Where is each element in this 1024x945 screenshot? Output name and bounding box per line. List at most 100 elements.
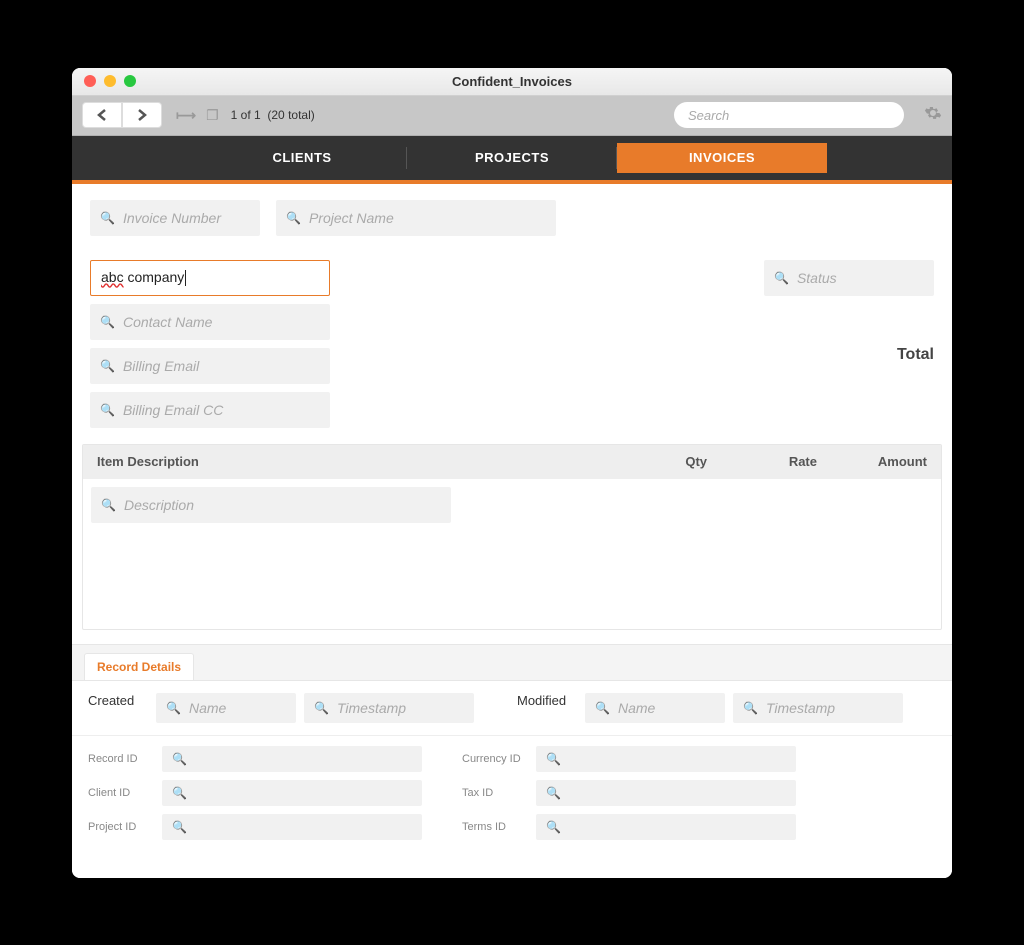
next-record-button[interactable]: [122, 102, 162, 128]
project-name-input[interactable]: [309, 210, 546, 226]
right-column: 🔍 Total: [764, 260, 934, 364]
client-id-row: Client ID 🔍: [88, 780, 422, 806]
search-icon: 🔍: [172, 786, 187, 800]
record-details-tabbar: Record Details: [72, 644, 952, 680]
search-icon: 🔍: [743, 701, 758, 715]
minimize-icon[interactable]: [104, 75, 116, 87]
id-col-left: Record ID 🔍 Client ID 🔍 Project ID 🔍: [88, 746, 422, 840]
toolbar: ⟼ ❐ 1 of 1 (20 total): [72, 96, 952, 136]
search-icon: 🔍: [314, 701, 329, 715]
search-icon: 🔍: [172, 752, 187, 766]
record-position: 1: [231, 108, 238, 122]
app-window: Confident_Invoices ⟼ ❐ 1 of 1 (20 total): [72, 68, 952, 878]
search-icon: 🔍: [172, 820, 187, 834]
invoice-number-input[interactable]: [123, 210, 250, 226]
toolbar-icons: ⟼ ❐: [176, 107, 219, 124]
created-name-input[interactable]: [189, 700, 286, 716]
record-count: 1: [254, 108, 261, 122]
company-field[interactable]: abc company: [90, 260, 330, 296]
tax-id-label: Tax ID: [462, 787, 526, 799]
created-label: Created: [88, 693, 148, 723]
record-total-label: (20 total): [267, 108, 314, 122]
search-input[interactable]: [688, 108, 890, 123]
client-id-label: Client ID: [88, 787, 152, 799]
search-icon: 🔍: [595, 701, 610, 715]
gear-svg-icon: [924, 104, 942, 122]
client-fields-column: abc company 🔍 🔍 🔍: [90, 260, 330, 428]
currency-id-label: Currency ID: [462, 753, 526, 765]
terms-id-field[interactable]: 🔍: [536, 814, 796, 840]
record-id-row: Record ID 🔍: [88, 746, 422, 772]
col-rate: Rate: [707, 454, 817, 469]
client-id-field[interactable]: 🔍: [162, 780, 422, 806]
project-id-field[interactable]: 🔍: [162, 814, 422, 840]
billing-email-cc-field[interactable]: 🔍: [90, 392, 330, 428]
billing-email-field[interactable]: 🔍: [90, 348, 330, 384]
tax-id-field[interactable]: 🔍: [536, 780, 796, 806]
zoom-icon[interactable]: [124, 75, 136, 87]
search-icon: 🔍: [100, 359, 115, 373]
search-icon: 🔍: [166, 701, 181, 715]
search-icon: 🔍: [286, 211, 301, 225]
tab-invoices[interactable]: INVOICES: [617, 143, 827, 173]
total-label: Total: [764, 346, 934, 364]
modified-timestamp-field[interactable]: 🔍: [733, 693, 903, 723]
modified-timestamp-input[interactable]: [766, 700, 893, 716]
traffic-lights: [84, 75, 136, 87]
col-item-description: Item Description: [97, 454, 597, 469]
record-counter: 1 of 1 (20 total): [231, 108, 315, 122]
terms-id-label: Terms ID: [462, 821, 526, 833]
prev-record-button[interactable]: [82, 102, 122, 128]
tab-projects[interactable]: PROJECTS: [407, 143, 617, 173]
project-id-row: Project ID 🔍: [88, 814, 422, 840]
search-icon: 🔍: [101, 498, 116, 512]
record-details-body: Created 🔍 🔍 Modified 🔍: [72, 680, 952, 860]
chevron-right-icon: [137, 109, 147, 121]
line-description-field[interactable]: 🔍: [91, 487, 451, 523]
contact-name-field[interactable]: 🔍: [90, 304, 330, 340]
record-of-label: of: [241, 108, 251, 122]
layers-icon[interactable]: ❐: [206, 107, 219, 124]
tab-record-details[interactable]: Record Details: [84, 653, 194, 680]
search-icon: 🔍: [100, 403, 115, 417]
created-timestamp-input[interactable]: [337, 700, 464, 716]
search-icon: 🔍: [774, 271, 789, 285]
modified-label: Modified: [517, 693, 577, 723]
search-icon: 🔍: [100, 315, 115, 329]
created-name-field[interactable]: 🔍: [156, 693, 296, 723]
modified-name-field[interactable]: 🔍: [585, 693, 725, 723]
record-nav-group: [82, 102, 162, 128]
line-items-body: 🔍: [83, 479, 941, 629]
id-grid: Record ID 🔍 Client ID 🔍 Project ID 🔍 Cur…: [72, 736, 952, 860]
tab-clients[interactable]: CLIENTS: [197, 143, 407, 173]
created-timestamp-field[interactable]: 🔍: [304, 693, 474, 723]
modified-name-input[interactable]: [618, 700, 715, 716]
project-name-field[interactable]: 🔍: [276, 200, 556, 236]
terms-id-row: Terms ID 🔍: [462, 814, 796, 840]
gear-icon[interactable]: [924, 104, 942, 127]
contact-name-input[interactable]: [123, 314, 320, 330]
search-icon: 🔍: [100, 211, 115, 225]
company-value-spellcheck: abc: [101, 269, 124, 285]
close-icon[interactable]: [84, 75, 96, 87]
record-id-label: Record ID: [88, 753, 152, 765]
content-area: 🔍 🔍 abc company 🔍: [72, 184, 952, 878]
titlebar: Confident_Invoices: [72, 68, 952, 96]
currency-id-field[interactable]: 🔍: [536, 746, 796, 772]
line-items-table: Item Description Qty Rate Amount 🔍: [82, 444, 942, 630]
header-fields: 🔍 🔍: [90, 200, 934, 236]
project-id-label: Project ID: [88, 821, 152, 833]
main-nav: CLIENTS PROJECTS INVOICES: [72, 136, 952, 184]
global-search[interactable]: [674, 102, 904, 128]
billing-email-cc-input[interactable]: [123, 402, 320, 418]
status-field[interactable]: 🔍: [764, 260, 934, 296]
currency-id-row: Currency ID 🔍: [462, 746, 796, 772]
billing-email-input[interactable]: [123, 358, 320, 374]
line-description-input[interactable]: [124, 497, 441, 513]
search-icon: 🔍: [546, 786, 561, 800]
record-id-field[interactable]: 🔍: [162, 746, 422, 772]
invoice-number-field[interactable]: 🔍: [90, 200, 260, 236]
status-input[interactable]: [797, 270, 924, 286]
audit-row: Created 🔍 🔍 Modified 🔍: [72, 681, 952, 736]
pin-icon[interactable]: ⟼: [176, 107, 196, 124]
